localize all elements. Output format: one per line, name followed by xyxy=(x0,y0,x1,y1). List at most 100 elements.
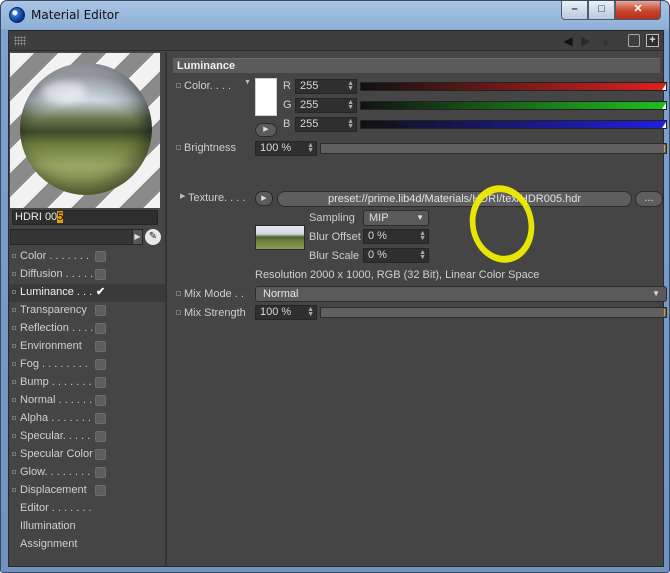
brightness-field[interactable]: 100 % ▲ ▼ xyxy=(255,141,317,156)
channel-item[interactable]: Displacement xyxy=(9,482,165,500)
mix-strength-field[interactable]: 100 % ▲ ▼ xyxy=(255,305,317,320)
channel-item[interactable]: Specular Color xyxy=(9,446,165,464)
channel-checkbox[interactable] xyxy=(95,413,106,424)
channel-checkbox[interactable] xyxy=(95,485,106,496)
minimize-button[interactable]: – xyxy=(561,1,588,20)
close-button[interactable]: ✕ xyxy=(615,1,661,20)
channel-item[interactable]: Fog . . . . . . . . xyxy=(9,356,165,374)
up-arrow-icon[interactable]: ▲ xyxy=(599,34,613,48)
g-value-field[interactable]: 255 ▲ ▼ xyxy=(295,98,357,113)
channel-item[interactable]: Transparency xyxy=(9,302,165,320)
texture-expand-triangle-icon[interactable]: ▶ xyxy=(180,192,185,200)
channel-label: Illumination xyxy=(20,520,76,532)
preview-sphere xyxy=(20,63,152,195)
sampling-dropdown[interactable]: MIP ▼ xyxy=(363,210,429,226)
channel-item[interactable]: Color . . . . . . . xyxy=(9,248,165,266)
blur-scale-field[interactable]: 0 % ▲ ▼ xyxy=(363,248,429,263)
g-slider-handle[interactable] xyxy=(662,103,666,109)
mix-strength-spinner-icon[interactable]: ▲ ▼ xyxy=(307,306,314,318)
channel-item[interactable]: Environment xyxy=(9,338,165,356)
texture-thumbnail[interactable] xyxy=(255,225,305,250)
channel-item[interactable]: Specular. . . . . xyxy=(9,428,165,446)
brightness-slider[interactable] xyxy=(320,143,667,154)
maximize-button[interactable]: □ xyxy=(588,1,615,20)
material-selector[interactable] xyxy=(10,229,140,245)
channel-checkbox[interactable] xyxy=(95,323,106,334)
g-spinner-icon[interactable]: ▲ ▼ xyxy=(347,99,354,111)
channel-checkbox[interactable] xyxy=(95,377,106,388)
g-slider[interactable] xyxy=(360,101,667,110)
back-arrow-icon[interactable]: ◀ xyxy=(561,34,575,48)
channel-item[interactable]: Diffusion . . . . . xyxy=(9,266,165,284)
brightness-label: Brightness xyxy=(184,142,236,154)
channel-item[interactable]: Bump . . . . . . . xyxy=(9,374,165,392)
channel-label: Bump . . . . . . . xyxy=(20,376,92,388)
channel-checkbox[interactable] xyxy=(95,359,106,370)
blur-offset-field[interactable]: 0 % ▲ ▼ xyxy=(363,229,429,244)
channel-item[interactable]: Assignment xyxy=(9,536,165,554)
channel-checkbox[interactable] xyxy=(95,395,106,406)
channel-item[interactable]: Luminance . . . ✔ xyxy=(9,284,165,302)
b-slider-handle[interactable] xyxy=(662,122,666,128)
channel-checkbox[interactable] xyxy=(95,251,106,262)
brightness-slider-mark xyxy=(664,145,665,152)
channel-item[interactable]: Alpha . . . . . . . xyxy=(9,410,165,428)
material-preview[interactable] xyxy=(10,53,160,208)
grip-icon[interactable] xyxy=(14,36,26,46)
channel-dot xyxy=(12,380,16,384)
blur-scale-spinner-icon[interactable]: ▲ ▼ xyxy=(419,249,426,261)
texture-browse-button[interactable]: ... xyxy=(635,191,663,207)
b-value-field[interactable]: 255 ▲ ▼ xyxy=(295,117,357,132)
forward-arrow-icon[interactable]: ▶ xyxy=(579,34,593,48)
brightness-spinner-icon[interactable]: ▲ ▼ xyxy=(307,142,314,154)
r-value: 255 xyxy=(300,80,319,92)
g-value: 255 xyxy=(300,99,319,111)
r-slider[interactable] xyxy=(360,82,667,91)
channel-checkbox[interactable] xyxy=(95,269,106,280)
color-param-dot[interactable] xyxy=(176,83,181,88)
r-slider-handle[interactable] xyxy=(662,84,666,90)
texture-path-button[interactable]: preset://prime.lib4d/Materials/HDRI/tex/… xyxy=(277,191,632,207)
channel-checkbox[interactable] xyxy=(95,431,106,442)
channel-item[interactable]: Glow. . . . . . . . xyxy=(9,464,165,482)
channel-checkbox[interactable] xyxy=(95,341,106,352)
r-value-field[interactable]: 255 ▲ ▼ xyxy=(295,79,357,94)
material-editor-window: Material Editor – □ ✕ ◀ ▶ ▲ + HDRI 005 ▶… xyxy=(0,0,670,573)
channel-checkbox[interactable] xyxy=(95,305,106,316)
material-selector-arrow-icon[interactable]: ▶ xyxy=(132,229,143,245)
g-letter: G xyxy=(283,99,292,111)
channel-checkbox[interactable] xyxy=(95,449,106,460)
channel-item[interactable]: Normal . . . . . . xyxy=(9,392,165,410)
lock-icon[interactable] xyxy=(628,34,640,47)
channel-checkbox[interactable] xyxy=(95,467,106,478)
b-spinner-icon[interactable]: ▲ ▼ xyxy=(347,118,354,130)
channel-item[interactable]: Reflection . . . . xyxy=(9,320,165,338)
mix-mode-dropdown[interactable]: Normal ▼ xyxy=(255,286,667,302)
channel-checkmark-icon[interactable]: ✔ xyxy=(95,287,106,298)
mix-strength-slider[interactable] xyxy=(320,307,667,318)
channel-label: Color . . . . . . . xyxy=(20,250,90,262)
new-window-icon[interactable]: + xyxy=(646,34,659,47)
blur-offset-spinner-icon[interactable]: ▲ ▼ xyxy=(419,230,426,242)
brightness-param-dot[interactable] xyxy=(176,145,181,150)
r-spinner-icon[interactable]: ▲ ▼ xyxy=(347,80,354,92)
mix-mode-label: Mix Mode . . xyxy=(184,288,244,300)
editor-toolbar: ◀ ▶ ▲ + xyxy=(9,31,663,51)
color-expand-triangle-icon[interactable]: ▼ xyxy=(244,79,251,86)
channel-label: Diffusion . . . . . xyxy=(20,268,94,280)
color-mode-button[interactable]: ▶ xyxy=(255,123,277,137)
channel-item[interactable]: Editor . . . . . . . xyxy=(9,500,165,518)
mix-mode-param-dot[interactable] xyxy=(176,291,181,296)
material-name-field[interactable]: HDRI 005 xyxy=(12,210,158,225)
texture-menu-button[interactable]: ▶ xyxy=(255,191,273,206)
b-slider[interactable] xyxy=(360,120,667,129)
title-bar[interactable]: Material Editor – □ ✕ xyxy=(1,1,669,29)
color-swatch[interactable] xyxy=(255,78,277,116)
channel-label: Fog . . . . . . . . xyxy=(20,358,88,370)
channel-item[interactable]: Illumination xyxy=(9,518,165,536)
mix-strength-param-dot[interactable] xyxy=(176,310,181,315)
picker-icon[interactable]: ✎ xyxy=(145,229,161,245)
channel-label: Normal . . . . . . xyxy=(20,394,93,406)
channel-label: Assignment xyxy=(20,538,78,550)
channel-dot xyxy=(12,488,16,492)
